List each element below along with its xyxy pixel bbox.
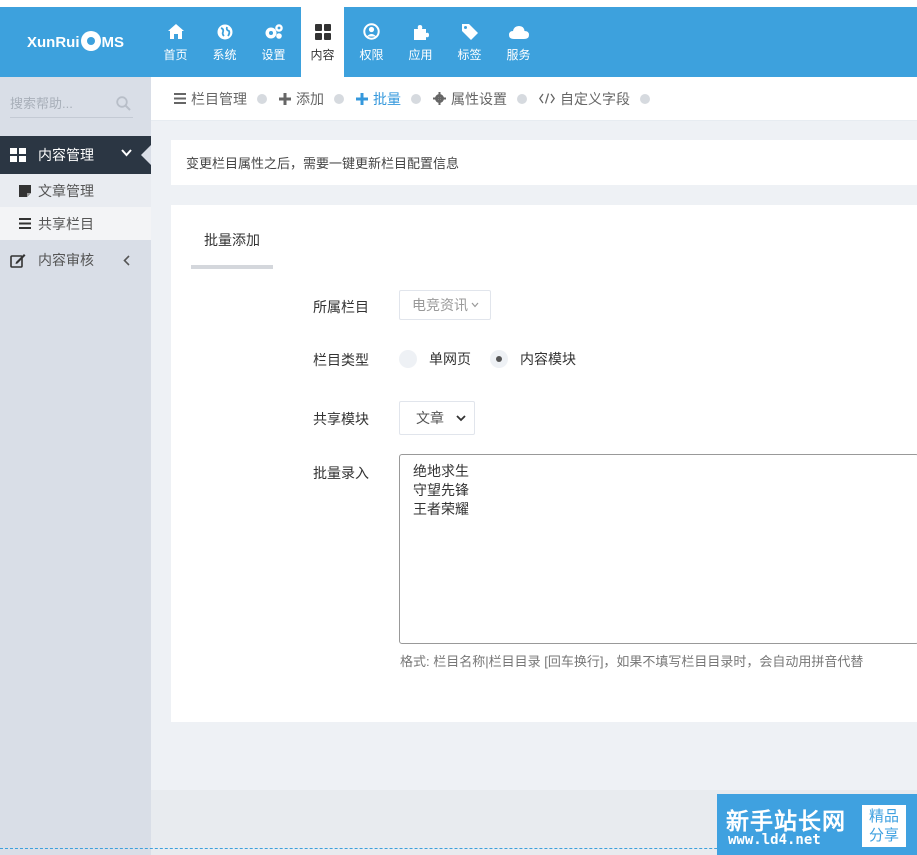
tab-column-management[interactable]: 栏目管理 xyxy=(174,89,247,109)
edit-icon xyxy=(10,253,26,268)
sidebar-item-content-management[interactable]: 内容管理 xyxy=(0,136,151,174)
list-icon xyxy=(174,93,186,104)
sidebar-item-shared-columns[interactable]: 共享栏目 xyxy=(0,207,151,240)
plus-icon xyxy=(356,92,368,105)
batch-input-textarea[interactable]: 绝地求生 守望先锋 王者荣耀 xyxy=(399,454,917,644)
grid-icon xyxy=(10,148,26,162)
note-icon xyxy=(19,184,31,197)
tab-custom-fields[interactable]: 自定义字段 xyxy=(539,89,630,109)
nav-label: 权限 xyxy=(359,47,384,62)
watermark-title: 新手站长网 xyxy=(726,808,846,834)
nav-item-apps[interactable]: 应用 xyxy=(396,7,445,77)
nav-label: 标签 xyxy=(457,47,482,62)
tag-icon xyxy=(461,22,478,42)
tab-label: 自定义字段 xyxy=(560,90,630,107)
tab-label: 栏目管理 xyxy=(191,90,247,107)
search-input[interactable] xyxy=(10,91,105,115)
radio-single-page[interactable]: 单网页 xyxy=(399,349,471,369)
label-parent-column: 所属栏目 xyxy=(313,299,369,315)
tab-separator-dot xyxy=(640,93,650,104)
home-icon xyxy=(167,22,184,42)
nav-label: 服务 xyxy=(506,47,531,62)
watermark-badge-top: 精品 xyxy=(868,808,899,825)
tab-separator-dot xyxy=(257,93,267,104)
tab-separator-dot xyxy=(517,93,527,104)
notice-text: 变更栏目属性之后，需要一键更新栏目配置信息 xyxy=(186,156,460,171)
shared-module-value: 文章 xyxy=(416,410,444,426)
watermark-badge: 精品 分享 xyxy=(862,805,906,847)
sidebar-item-label: 内容审核 xyxy=(38,252,94,268)
nav-label: 系统 xyxy=(212,47,237,62)
notice-bar: 变更栏目属性之后，需要一键更新栏目配置信息 xyxy=(171,140,917,185)
watermark-url: www.ld4.net xyxy=(728,832,821,848)
logo-drop-icon xyxy=(80,31,101,51)
radio-circle xyxy=(399,350,417,368)
tab-label: 属性设置 xyxy=(451,90,507,107)
main-nav: 首页 系统 设置 内容 权限 应用 标签 服务 xyxy=(151,7,543,77)
tab-separator-dot xyxy=(411,93,421,104)
logo-text-left: XunRui xyxy=(27,33,80,51)
nav-item-tags[interactable]: 标签 xyxy=(445,7,494,77)
sidebar-item-content-review[interactable]: 内容审核 xyxy=(0,242,151,278)
sidebar-item-label: 内容管理 xyxy=(38,147,94,163)
label-column-type: 栏目类型 xyxy=(313,352,369,368)
sidebar-item-label: 文章管理 xyxy=(38,182,94,199)
logo[interactable]: XunRui MS xyxy=(0,7,151,77)
radio-content-module[interactable]: 内容模块 xyxy=(490,349,576,369)
page-tabs: 栏目管理 添加 批量 属性设置 自定义字段 xyxy=(151,77,917,121)
radio-circle-checked xyxy=(490,350,508,368)
grid-icon xyxy=(314,22,331,42)
label-batch-input: 批量录入 xyxy=(313,465,369,481)
chevron-left-icon xyxy=(123,255,130,266)
nav-label: 首页 xyxy=(163,47,188,62)
nav-label: 应用 xyxy=(408,47,433,62)
nav-item-content[interactable]: 内容 xyxy=(301,7,344,77)
tab-property-settings[interactable]: 属性设置 xyxy=(433,89,507,109)
tab-label: 批量 xyxy=(373,90,401,107)
sidebar-submenu: 文章管理 共享栏目 xyxy=(0,174,151,240)
tab-separator-dot xyxy=(334,93,344,104)
plus-icon xyxy=(279,92,291,105)
watermark: 新手站长网 www.ld4.net 精品 分享 xyxy=(717,794,917,855)
tab-add[interactable]: 添加 xyxy=(279,89,324,109)
watermark-badge-bottom: 分享 xyxy=(868,827,899,844)
list-icon xyxy=(19,218,31,229)
chevron-down-icon xyxy=(456,414,466,422)
search-icon[interactable] xyxy=(116,96,131,114)
globe-icon xyxy=(217,22,233,42)
label-shared-module: 共享模块 xyxy=(313,411,369,427)
sidebar-search xyxy=(10,91,133,118)
tab-batch-add[interactable]: 批量添加 xyxy=(191,227,273,269)
chevron-down-icon xyxy=(471,302,479,308)
nav-item-system[interactable]: 系统 xyxy=(200,7,249,77)
gear-icon xyxy=(433,92,446,105)
gears-icon xyxy=(264,22,284,42)
code-icon xyxy=(539,93,555,104)
parent-column-value: 电竞资讯 xyxy=(412,297,468,313)
main-content: 栏目管理 添加 批量 属性设置 自定义字段 变更栏目属性之后，需要一键更新栏目配… xyxy=(151,77,917,855)
sidebar-item-articles[interactable]: 文章管理 xyxy=(0,174,151,207)
parent-column-select[interactable]: 电竞资讯 xyxy=(399,290,491,320)
radio-label: 内容模块 xyxy=(520,351,576,367)
nav-item-services[interactable]: 服务 xyxy=(494,7,543,77)
chevron-down-icon xyxy=(121,149,132,157)
tab-batch[interactable]: 批量 xyxy=(356,89,401,109)
top-navbar: XunRui MS 首页 系统 设置 内容 权限 应用 标签 服务 xyxy=(0,7,917,77)
nav-item-settings[interactable]: 设置 xyxy=(249,7,298,77)
radio-label: 单网页 xyxy=(429,351,471,367)
nav-item-permission[interactable]: 权限 xyxy=(347,7,396,77)
nav-label: 内容 xyxy=(310,47,335,62)
nav-item-home[interactable]: 首页 xyxy=(151,7,200,77)
sidebar-item-label: 共享栏目 xyxy=(38,215,94,232)
user-circle-icon xyxy=(363,22,380,42)
tab-label: 添加 xyxy=(296,90,324,107)
logo-text-right: MS xyxy=(101,33,125,51)
sidebar: 内容管理 文章管理 共享栏目 内容审核 xyxy=(0,77,151,855)
puzzle-icon xyxy=(413,22,429,42)
nav-label: 设置 xyxy=(261,47,286,62)
batch-format-help: 格式: 栏目名称|栏目目录 [回车换行]，如果不填写栏目目录时，会自动用拼音代替 xyxy=(400,654,864,669)
shared-module-select[interactable]: 文章 xyxy=(399,401,475,435)
batch-form-panel: 批量添加 所属栏目 电竞资讯 栏目类型 单网页 内容模块 共享模块 文章 批量录… xyxy=(171,205,917,722)
cloud-icon xyxy=(508,22,529,42)
